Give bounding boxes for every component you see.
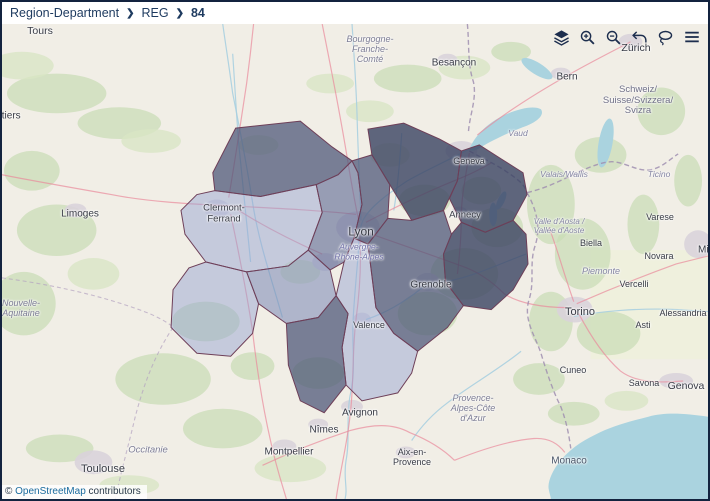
breadcrumb-item-current-84: 84: [191, 6, 205, 20]
chevron-right-icon: ❯: [176, 8, 184, 19]
department-cantal[interactable]: [171, 262, 259, 356]
attribution-suffix: contributors: [89, 486, 141, 497]
zoom-in-icon: [579, 29, 596, 46]
breadcrumb-item-region-department[interactable]: Region-Department: [10, 6, 119, 20]
openstreetmap-link[interactable]: OpenStreetMap: [15, 486, 86, 497]
map-attribution: © OpenStreetMap contributors: [2, 485, 147, 499]
chevron-right-icon: ❯: [126, 8, 134, 19]
lasso-select-button[interactable]: [656, 27, 675, 47]
zoom-out-button[interactable]: [604, 27, 623, 47]
map-canvas[interactable]: ToursBourgogne-Franche-ComtéBesançonBern…: [2, 24, 708, 499]
menu-button[interactable]: [682, 27, 702, 47]
lasso-icon: [657, 29, 674, 46]
layers-icon: [553, 29, 570, 46]
zoom-out-icon: [605, 29, 622, 46]
map-toolbar: [552, 27, 702, 47]
choropleth-layer: [2, 24, 708, 499]
department-haute-savoie[interactable]: [449, 145, 527, 232]
copyright-symbol: ©: [5, 486, 12, 497]
undo-button[interactable]: [630, 27, 649, 47]
undo-icon: [631, 29, 648, 46]
menu-icon: [683, 28, 701, 46]
zoom-in-button[interactable]: [578, 27, 597, 47]
breadcrumb: Region-Department ❯ REG ❯ 84: [2, 2, 708, 24]
layers-button[interactable]: [552, 27, 571, 47]
breadcrumb-item-reg[interactable]: REG: [141, 6, 168, 20]
map-window: Region-Department ❯ REG ❯ 84: [0, 0, 710, 501]
